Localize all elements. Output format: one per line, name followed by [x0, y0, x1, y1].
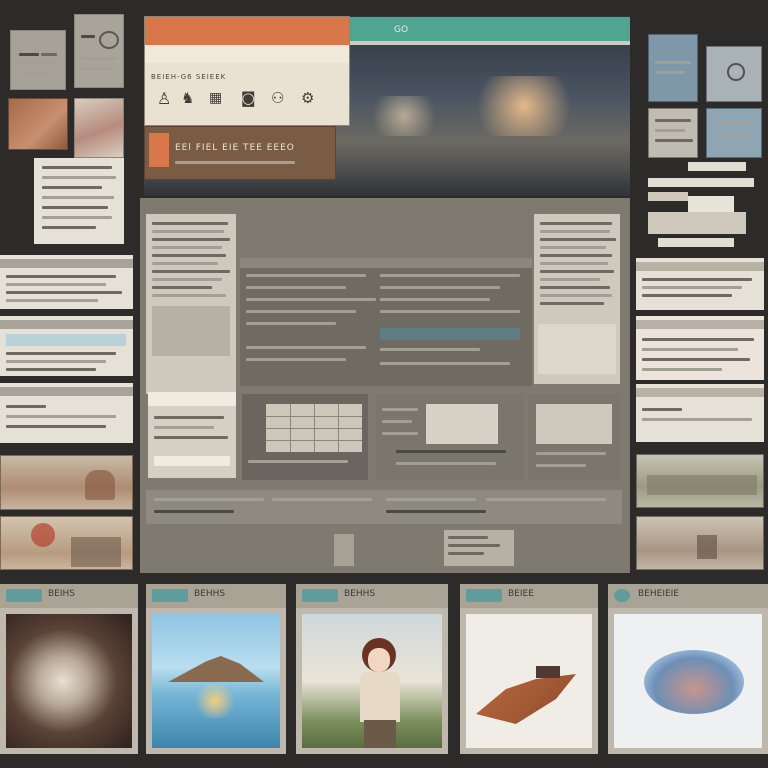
- left-list-panel-1[interactable]: [0, 255, 133, 309]
- left-tile-1[interactable]: [10, 30, 66, 90]
- dashboard-note[interactable]: [444, 530, 514, 566]
- dashboard-list-left[interactable]: [146, 214, 236, 394]
- right-list-panel-3[interactable]: [636, 384, 764, 442]
- camera-icon[interactable]: ♞: [181, 89, 194, 107]
- hero-tab-label: GO: [394, 25, 409, 35]
- right-tile-1[interactable]: [648, 34, 698, 102]
- thumbnail-label: BEIEE: [508, 589, 534, 599]
- thumbnail-card-5[interactable]: BEHEIEIE: [608, 584, 768, 754]
- thumbnail-card-2[interactable]: BEHHS: [146, 584, 286, 754]
- hero-card-subtitle: BEIEH-G6 SEIEEK: [151, 73, 227, 81]
- thumbnail-image: [302, 614, 442, 748]
- hero-footer-card[interactable]: EEl FIEL EIE TEE EEEO: [144, 126, 336, 180]
- dashboard-lower-table[interactable]: [242, 394, 368, 480]
- dashboard-panel: [140, 198, 630, 573]
- thumbnail-label: BEHHS: [344, 589, 376, 599]
- dashboard-grid-center[interactable]: [240, 258, 532, 386]
- thumbnail-image: [152, 614, 280, 748]
- thumbnail-badge-icon: [302, 589, 338, 602]
- dashboard-list-right[interactable]: [534, 214, 620, 384]
- thumbnail-label: BEHEIEIE: [638, 589, 679, 599]
- left-list-panel-3[interactable]: [0, 383, 133, 443]
- left-art-1[interactable]: [8, 98, 68, 150]
- thumbnail-label: BEIHS: [48, 589, 75, 599]
- thumbnail-card-3[interactable]: BEHHS: [296, 584, 448, 754]
- dashboard-badge[interactable]: [334, 534, 354, 566]
- thumbnail-badge-icon: [466, 589, 502, 602]
- hero-card[interactable]: BEIEH-G6 SEIEEK ♙ ♞ ▦ ◙ ⚇ ⚙: [144, 16, 350, 126]
- dashboard-lower-left[interactable]: [148, 392, 236, 478]
- dashboard-lower-right[interactable]: [528, 394, 620, 480]
- left-art-3[interactable]: [0, 455, 133, 510]
- globe-icon[interactable]: ◙: [241, 89, 256, 107]
- left-list-panel-2[interactable]: [0, 316, 133, 376]
- thumbnail-badge-icon: [152, 589, 188, 602]
- thumbnail-badge-icon: [614, 589, 630, 602]
- right-list-panel-1[interactable]: [636, 258, 764, 310]
- left-art-2[interactable]: [74, 98, 124, 158]
- left-art-4[interactable]: [0, 516, 133, 570]
- thumbnail-card-1[interactable]: BEIHS: [0, 584, 138, 754]
- hero-footer-text: EEl FIEL EIE TEE EEEO: [175, 143, 295, 153]
- right-list-panel-2[interactable]: [636, 316, 764, 380]
- car-icon[interactable]: ⚇: [271, 89, 284, 107]
- thumbnail-image: [6, 614, 132, 748]
- thumbnail-label: BEHHS: [194, 589, 226, 599]
- dashboard-lower-form[interactable]: [376, 394, 524, 480]
- left-tile-2[interactable]: [74, 14, 124, 88]
- person-icon[interactable]: ♙: [157, 89, 171, 108]
- right-tile-2[interactable]: [706, 46, 762, 102]
- settings-icon[interactable]: ⚙: [301, 89, 314, 107]
- right-tile-3[interactable]: [648, 108, 698, 158]
- thumbnail-badge-icon: [6, 589, 42, 602]
- grid-icon[interactable]: ▦: [209, 90, 222, 106]
- right-art-2[interactable]: [636, 516, 764, 570]
- thumbnail-card-4[interactable]: BEIEE: [460, 584, 598, 754]
- hero-tab-bar[interactable]: GO: [350, 17, 630, 45]
- left-stack-panel[interactable]: [34, 158, 124, 244]
- right-stack[interactable]: [648, 162, 754, 252]
- thumbnail-image: [466, 614, 592, 748]
- right-tile-4[interactable]: [706, 108, 762, 158]
- thumbnail-image: [614, 614, 762, 748]
- right-art-1[interactable]: [636, 454, 764, 508]
- dashboard-bottom-bar[interactable]: [146, 490, 622, 524]
